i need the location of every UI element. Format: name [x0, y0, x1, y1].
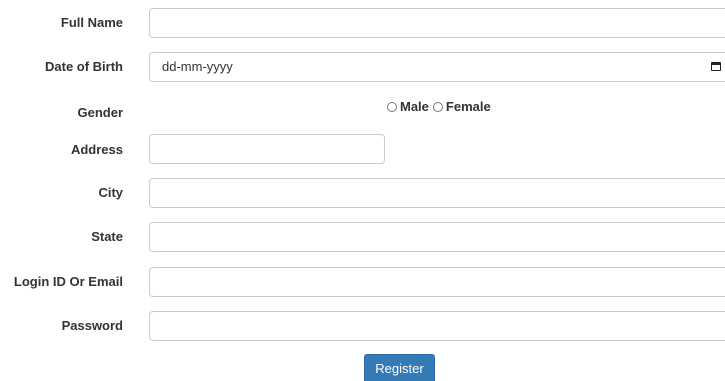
- date-of-birth-row: Date of Birth dd-mm-yyyy: [0, 52, 725, 82]
- city-row: City: [0, 178, 725, 208]
- login-row: Login ID Or Email: [0, 267, 725, 297]
- gender-row: Gender Male Female: [0, 92, 725, 122]
- register-button[interactable]: Register: [364, 354, 435, 381]
- registration-form: Full Name Date of Birth dd-mm-yyyy Gende…: [0, 0, 725, 381]
- gender-option-male[interactable]: Male: [400, 99, 429, 114]
- login-label: Login ID Or Email: [13, 274, 123, 289]
- city-label: City: [98, 185, 123, 200]
- full-name-input[interactable]: [149, 8, 725, 38]
- address-input[interactable]: [149, 134, 385, 164]
- state-row: State: [0, 222, 725, 252]
- full-name-row: Full Name: [0, 8, 725, 38]
- city-input[interactable]: [149, 178, 725, 208]
- login-input[interactable]: [149, 267, 725, 297]
- date-of-birth-input[interactable]: dd-mm-yyyy: [149, 52, 725, 82]
- radio-button-icon[interactable]: [387, 102, 397, 112]
- state-label: State: [91, 229, 123, 244]
- date-of-birth-value: dd-mm-yyyy: [162, 59, 233, 74]
- date-of-birth-label: Date of Birth: [45, 59, 123, 74]
- radio-button-icon[interactable]: [432, 102, 443, 112]
- password-label: Password: [61, 318, 123, 333]
- address-label: Address: [70, 142, 123, 157]
- calendar-icon[interactable]: [711, 62, 721, 71]
- address-row: Address: [0, 134, 725, 164]
- password-row: Password: [0, 311, 725, 341]
- state-input[interactable]: [149, 222, 725, 252]
- gender-label: Gender: [77, 105, 123, 120]
- gender-options: Male Female: [387, 92, 491, 122]
- gender-option-female[interactable]: Female: [446, 99, 491, 114]
- full-name-label: Full Name: [60, 15, 123, 30]
- password-input[interactable]: [149, 311, 725, 341]
